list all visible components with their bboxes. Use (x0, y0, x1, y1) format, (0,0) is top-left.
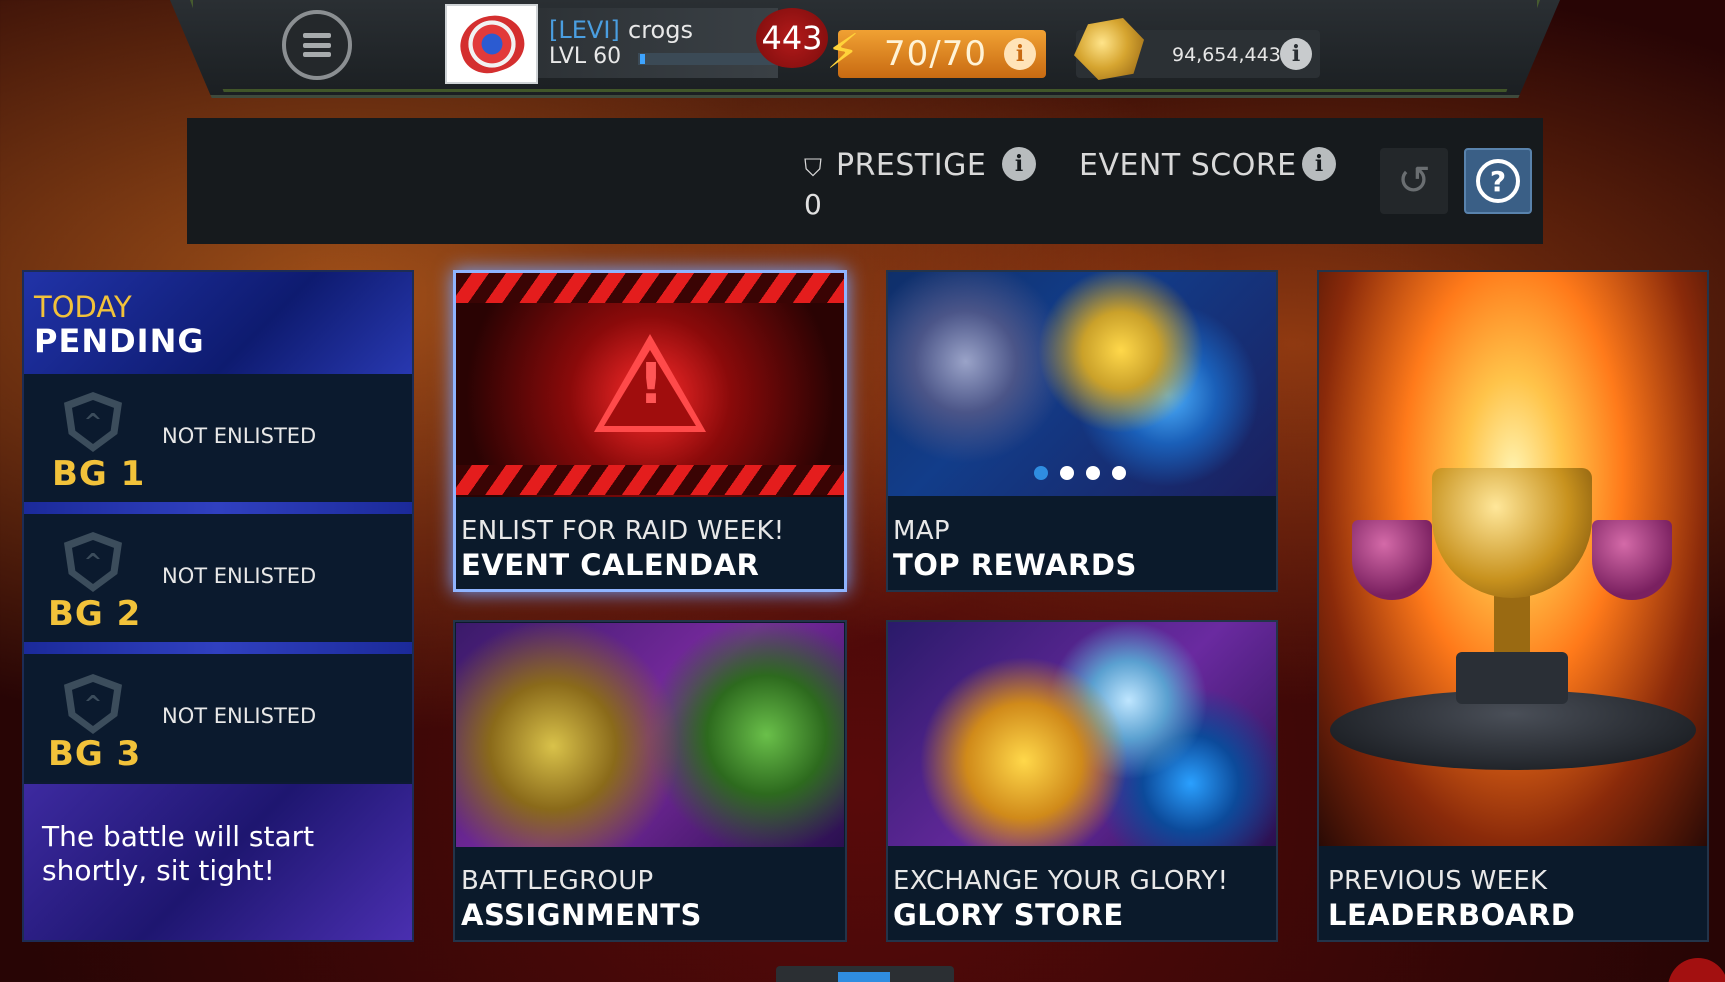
prestige-info-icon[interactable]: i (1002, 147, 1036, 181)
event-score-info-icon[interactable]: i (1302, 147, 1336, 181)
alliance-tag: [LEVI] (549, 16, 620, 44)
event-calendar-subtitle: ENLIST FOR RAID WEEK! (461, 516, 785, 546)
prestige-label: PRESTIGE (836, 148, 987, 183)
prestige-shield-icon: ⛉ (804, 154, 822, 182)
xp-bar (638, 53, 778, 65)
player-name: crogs (628, 16, 693, 44)
history-button[interactable]: ↺ (1380, 148, 1448, 214)
menu-icon (303, 33, 331, 57)
energy-info-icon[interactable]: i (1004, 38, 1036, 70)
gold-value: 94,654,443 (1172, 44, 1281, 66)
glory-store-image (888, 622, 1276, 846)
hazard-stripes-bottom (456, 465, 844, 495)
page-scroll-thumb (838, 972, 890, 982)
battlegroup-name: BG 1 (52, 454, 146, 494)
player-level: LVL 60 (549, 44, 622, 69)
xp-bar-fill (640, 54, 645, 64)
help-icon: ? (1476, 159, 1520, 203)
glory-store-subtitle: EXCHANGE YOUR GLORY! (893, 866, 1229, 896)
trophy-base (1456, 652, 1568, 704)
energy-value: 70/70 (884, 34, 987, 74)
trophy-icon (1352, 520, 1432, 600)
battlegroup-name: BG 2 (48, 594, 142, 634)
carousel-dot[interactable] (1086, 466, 1100, 480)
shield-avatar-icon (452, 7, 531, 81)
lightning-icon: ⚡ (826, 24, 860, 80)
menu-button[interactable] (282, 10, 352, 80)
event-calendar-title: EVENT CALENDAR (461, 548, 760, 582)
hazard-stripes-top (456, 273, 844, 303)
leaderboard-subtitle: PREVIOUS WEEK (1328, 866, 1548, 896)
carousel-dot[interactable] (1034, 466, 1048, 480)
battlegroup-status: NOT ENLISTED (162, 564, 317, 588)
glory-store-title: GLORY STORE (893, 898, 1124, 932)
row-divider (24, 642, 412, 654)
battlegroup-status: NOT ENLISTED (162, 704, 317, 728)
carousel-dot[interactable] (1060, 466, 1074, 480)
top-rewards-image (888, 272, 1276, 496)
exclamation-icon: ! (638, 352, 664, 417)
assignments-subtitle: BATTLEGROUP (461, 866, 654, 896)
history-icon: ↺ (1397, 158, 1431, 204)
assignments-image (456, 623, 844, 847)
prestige-value: 0 (804, 188, 822, 221)
gold-info-icon[interactable]: i (1280, 38, 1312, 70)
notification-badge[interactable]: 443 (756, 8, 828, 68)
top-rewards-title: TOP REWARDS (893, 548, 1137, 582)
player-avatar[interactable] (445, 4, 538, 84)
help-button[interactable]: ? (1464, 148, 1532, 214)
corner-button[interactable] (1668, 958, 1725, 982)
trophy-stem (1494, 596, 1530, 656)
assignments-title: ASSIGNMENTS (461, 898, 702, 932)
row-divider (24, 502, 412, 514)
battlegroup-status: NOT ENLISTED (162, 424, 317, 448)
battlegroup-name: BG 3 (48, 734, 142, 774)
battle-message: The battle will start shortly, sit tight… (42, 820, 315, 887)
today-label: TODAY (34, 290, 132, 324)
trophy-icon (1592, 520, 1672, 600)
event-score-label: EVENT SCORE (1079, 148, 1297, 183)
top-rewards-subtitle: MAP (893, 516, 950, 546)
leaderboard-title: LEADERBOARD (1328, 898, 1576, 932)
status-state: PENDING (34, 322, 205, 360)
carousel-dots[interactable] (1034, 466, 1126, 480)
carousel-dot[interactable] (1112, 466, 1126, 480)
